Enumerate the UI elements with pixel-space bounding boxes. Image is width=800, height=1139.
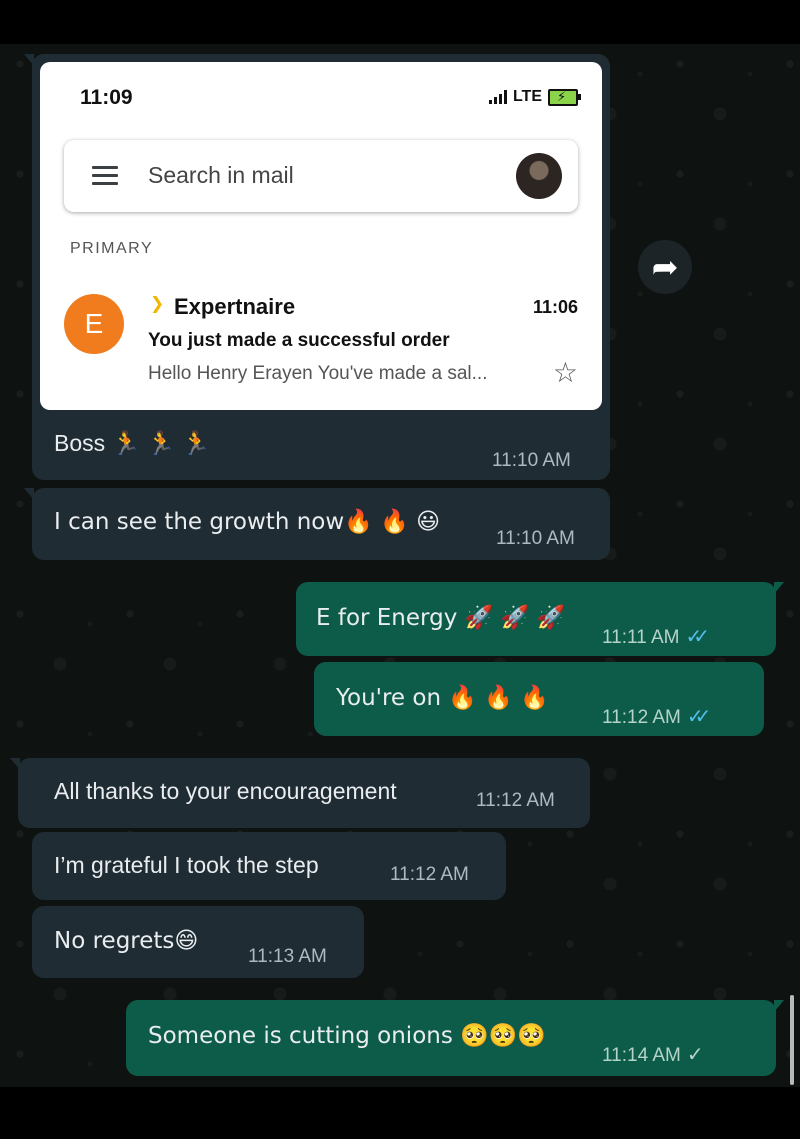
message-text: All thanks to your encouragement xyxy=(54,778,397,804)
star-icon[interactable]: ☆ xyxy=(553,356,578,389)
scrollbar[interactable] xyxy=(790,995,794,1085)
forward-icon: ➦ xyxy=(651,249,679,285)
gmail-search-bar[interactable]: Search in mail xyxy=(64,140,578,212)
search-input[interactable]: Search in mail xyxy=(148,162,294,189)
double-check-icon: ✓✓ xyxy=(685,626,709,648)
phone-status-icons: LTE ⚡ xyxy=(488,88,581,106)
message-text: I’m grateful I took the step xyxy=(54,852,319,878)
email-time: 11:06 xyxy=(532,297,578,317)
bottom-black-bar xyxy=(0,1087,800,1139)
gmail-screenshot[interactable]: 11:09 LTE ⚡ Search in mail PRIMARY E ❯ E… xyxy=(40,62,602,410)
message-time: 11:10 AM xyxy=(492,450,571,471)
phone-status-time: 11:09 xyxy=(80,86,133,109)
outgoing-message[interactable]: You're on 🔥 🔥 🔥 11:12 AM ✓✓ xyxy=(314,662,764,736)
double-check-icon: ✓✓ xyxy=(686,706,711,728)
single-check-icon: ✓ xyxy=(686,1044,704,1066)
important-icon: ❯ xyxy=(150,294,165,313)
message-time: 11:10 AM xyxy=(496,528,575,549)
message-time: 11:13 AM xyxy=(248,946,327,967)
email-sender[interactable]: Expertnaire xyxy=(174,294,295,320)
battery-icon: ⚡ xyxy=(548,88,581,106)
message-text: Someone is cutting onions 🥺🥺🥺 xyxy=(148,1023,547,1049)
message-text: You're on 🔥 🔥 🔥 xyxy=(336,685,549,711)
outgoing-message[interactable]: E for Energy 🚀 🚀 🚀 11:11 AM ✓✓ xyxy=(296,582,784,656)
outgoing-message[interactable]: Someone is cutting onions 🥺🥺🥺 11:14 AM ✓ xyxy=(126,1000,784,1076)
message-text: E for Energy 🚀 🚀 🚀 xyxy=(316,605,566,631)
signal-icon xyxy=(488,90,507,104)
incoming-message[interactable]: All thanks to your encouragement 11:12 A… xyxy=(10,758,590,828)
forward-button[interactable]: ➦ xyxy=(638,240,692,294)
message-time: 11:11 AM xyxy=(602,627,680,648)
incoming-message[interactable]: I can see the growth now🔥 🔥 😃 11:10 AM xyxy=(24,488,610,560)
incoming-message[interactable]: No regrets😄 11:13 AM xyxy=(32,906,364,978)
email-snippet: Hello Henry Erayen You've made a sal... xyxy=(148,363,488,384)
sender-avatar: E xyxy=(64,294,124,354)
incoming-message[interactable]: I’m grateful I took the step 11:12 AM xyxy=(32,832,506,900)
message-time: 11:14 AM xyxy=(602,1045,681,1066)
message-time: 11:12 AM xyxy=(476,790,555,811)
message-text: No regrets😄 xyxy=(54,928,199,954)
menu-icon[interactable] xyxy=(92,166,118,186)
message-text: I can see the growth now🔥 🔥 😃 xyxy=(54,509,441,535)
account-avatar[interactable] xyxy=(516,153,562,199)
section-label: PRIMARY xyxy=(70,240,154,257)
email-subject[interactable]: You just made a successful order xyxy=(148,330,450,352)
network-type: LTE xyxy=(512,88,542,105)
message-time: 11:12 AM xyxy=(390,864,469,885)
message-time: 11:12 AM xyxy=(602,707,681,728)
top-black-bar xyxy=(0,0,800,44)
message-text: Boss 🏃 🏃 🏃 xyxy=(54,430,211,456)
